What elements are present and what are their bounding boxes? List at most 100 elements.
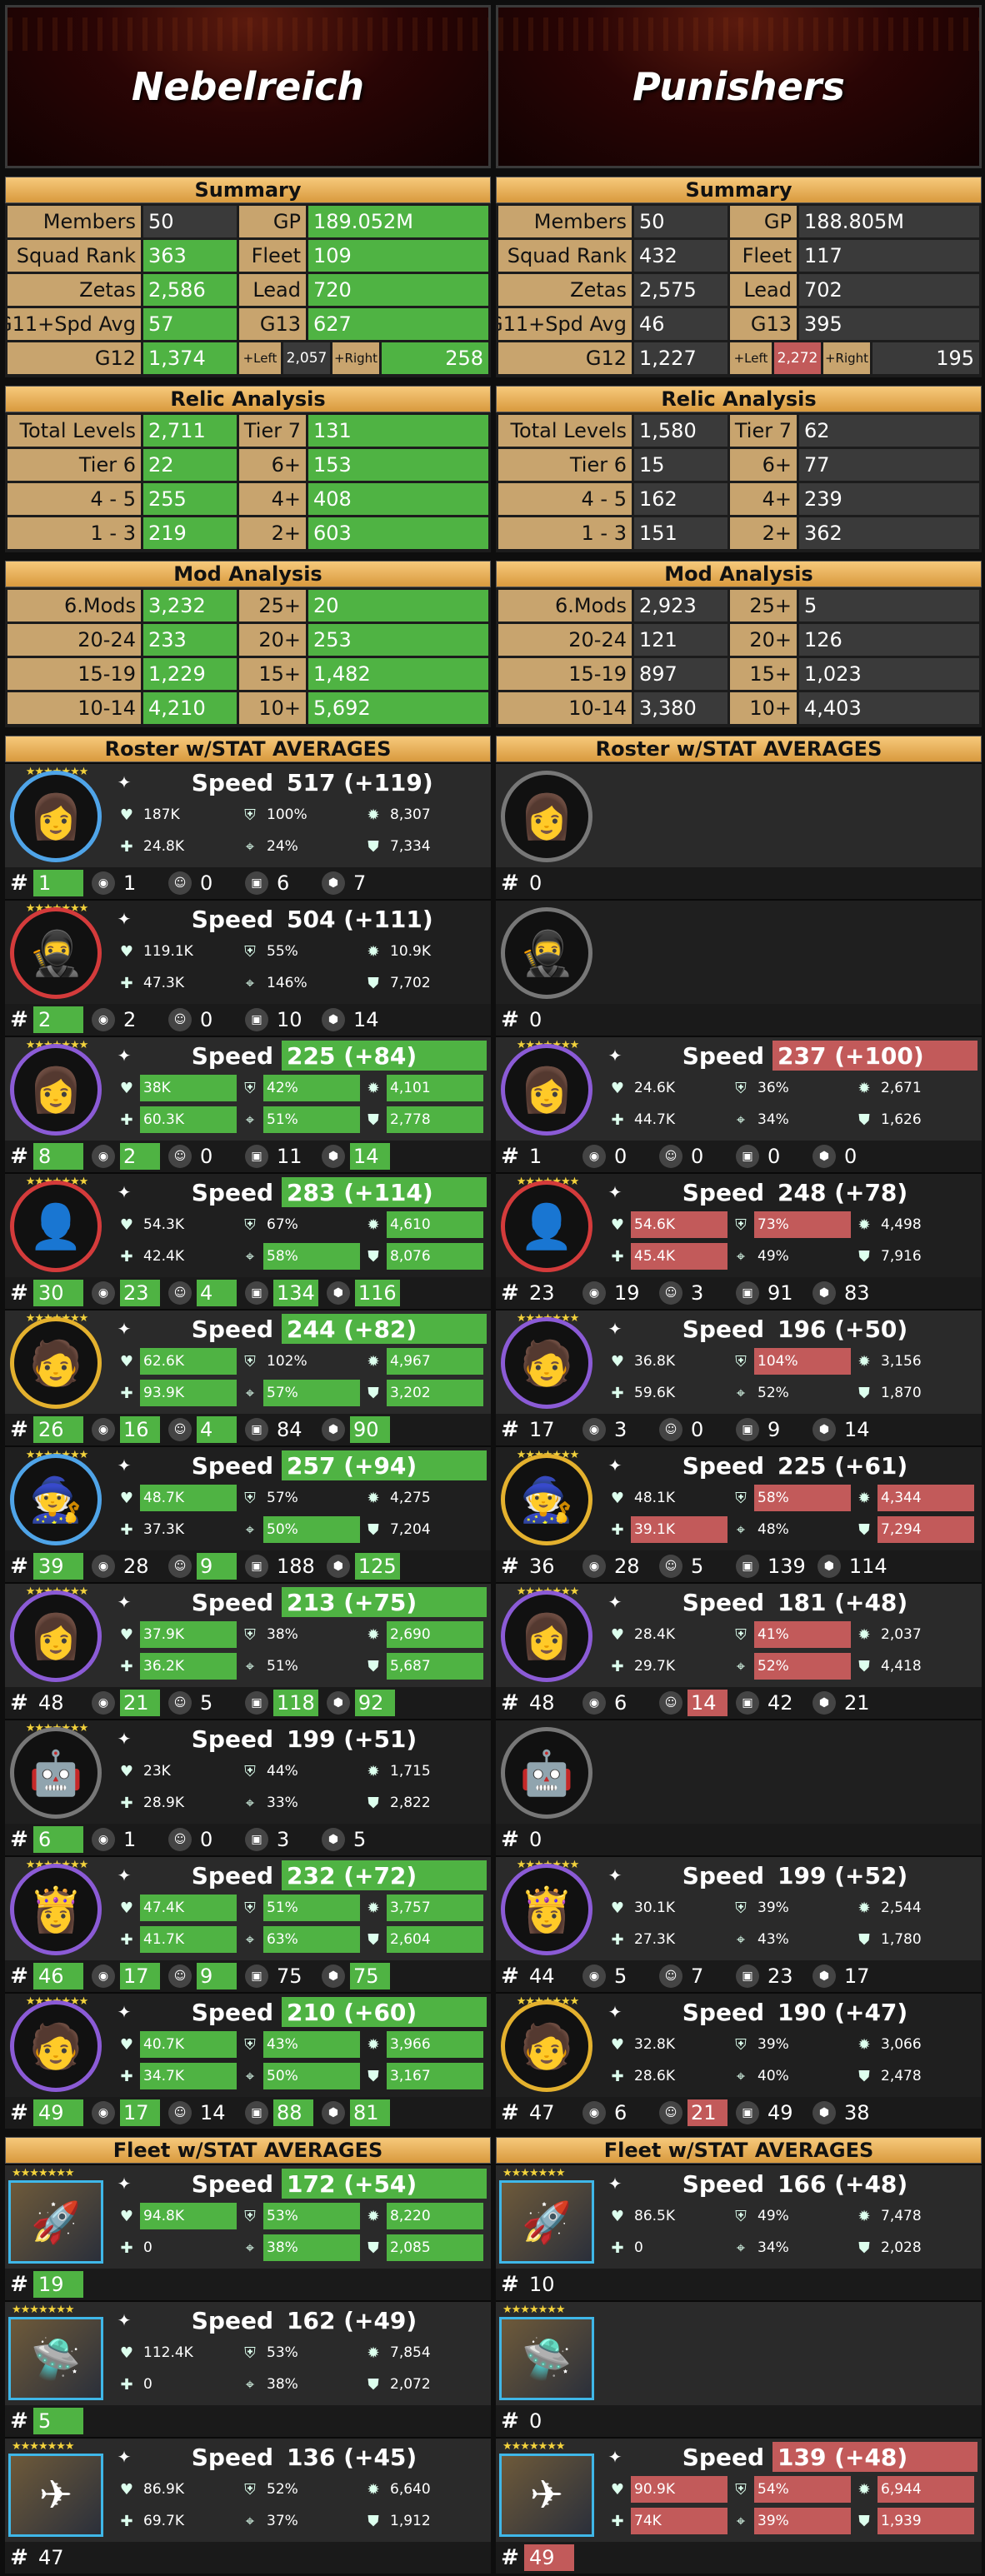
stat-value: 3,156 <box>881 1353 922 1370</box>
stat-row: ♥ 38K ⛨ 42% ✹ 4,101 <box>113 1074 487 1102</box>
relic-label: 2+ <box>730 517 797 549</box>
stat-row: ✚ 0 ⌖ 38% ⛊ 2,085 <box>113 2234 487 2262</box>
stat-icon: ⌖ <box>736 1111 746 1129</box>
unit-count: 2 <box>33 1006 83 1033</box>
unit-card: ★★★★★★★🧑✦Speed190 (+47)♥32.8K⛨39%✹3,066✚… <box>496 1992 982 2129</box>
stat-icon: ✹ <box>367 1762 380 1780</box>
count-bar: #48 ◉ 6 ☺ 14 ▣ 42 ⬢ 21 <box>496 1687 982 1719</box>
stat-grid: ♥ 62.6K ⛨ 102% ✹ 4,967 ✚ 93.9K ⌖ 57% ⛊ 3,202 <box>113 1347 487 1410</box>
stat-value: 0 <box>143 2239 152 2256</box>
stat-grid: ♥ 40.7K ⛨ 43% ✹ 3,966 ✚ 34.7K ⌖ 50% ⛊ 3,167 <box>113 2030 487 2094</box>
stat-value: 86.5K <box>634 2208 675 2224</box>
mods-label: 10-14 <box>498 692 632 724</box>
stat-icon: ✹ <box>367 2035 380 2054</box>
hash-icon: # <box>501 1007 519 1032</box>
team-banner: Punishers <box>496 5 982 168</box>
summary-label: Fleet <box>730 240 797 272</box>
mods-header: Mod Analysis <box>496 561 982 587</box>
mini-icon: ◉ <box>92 1418 115 1441</box>
summary-body: Members 50 GP 189.052M Squad Rank 363 Fleet 109… <box>5 206 491 377</box>
stat-icon: ⛨ <box>244 1899 256 1917</box>
stat-icon: ⛨ <box>244 806 256 824</box>
speed-icon: ✦ <box>117 1592 132 1612</box>
stat-value: 2,778 <box>387 1106 483 1133</box>
stat-value: 48.1K <box>634 1490 675 1506</box>
mini-icon: ⬢ <box>322 1964 345 1988</box>
speed-value: 166 (+48) <box>778 2169 908 2198</box>
stat-icon: ⛊ <box>858 1384 870 1402</box>
stat-value: 41% <box>754 1621 851 1648</box>
speed-icon: ✦ <box>608 1319 622 1339</box>
speed-label: Speed <box>682 1041 764 1070</box>
mods-label: 10+ <box>239 692 306 724</box>
relic-row: 1 - 3 219 2+ 603 <box>5 517 491 549</box>
stat-value: 58% <box>754 1485 851 1511</box>
mini-icon: ◉ <box>92 2101 115 2124</box>
stat-value: 54.3K <box>143 1216 184 1233</box>
mini-icon: ◉ <box>92 1828 115 1851</box>
unit-count: 8 <box>33 1143 83 1170</box>
stat-row: ♥ 90.9K ⛨ 54% ✹ 6,944 <box>604 2475 978 2504</box>
mini-icon: ◉ <box>582 2101 606 2124</box>
speed-label: Speed <box>191 2306 273 2334</box>
stat-icon: ✹ <box>858 1899 871 1917</box>
summary-value: 432 <box>634 240 728 272</box>
relic-label: Tier 6 <box>8 449 141 481</box>
count-bar: #48 ◉ 21 ☺ 5 ▣ 118 ⬢ 92 <box>5 1687 491 1719</box>
relic-label: Total Levels <box>498 415 632 447</box>
mini-count: 75 <box>277 1964 302 1988</box>
mods-row: 15-19 897 15+ 1,023 <box>496 658 982 690</box>
stat-value: 2,072 <box>390 2376 431 2393</box>
unit-card: ★★★★★★★🧑✦Speed210 (+60)♥40.7K⛨43%✹3,966✚… <box>5 1992 491 2129</box>
stat-value: 4,275 <box>390 1490 431 1506</box>
mini-icon: ▣ <box>245 1964 268 1988</box>
banner-ornament <box>8 17 488 51</box>
speed-line: ✦ Speed 166 (+48) <box>604 2169 978 2199</box>
speed-icon: ✦ <box>117 1455 132 1475</box>
relic-value: 131 <box>308 415 488 447</box>
stat-icon: ⛨ <box>244 1489 256 1507</box>
stat-icon: ⌖ <box>245 2375 255 2394</box>
unit-count: 36 <box>529 1555 555 1578</box>
stat-value: 42% <box>263 1075 360 1101</box>
stat-icon: ✚ <box>120 1247 133 1266</box>
stat-icon: ⛨ <box>244 2035 256 2054</box>
relic-label: 4 - 5 <box>8 483 141 515</box>
stat-grid: ♥ 54.3K ⛨ 67% ✹ 4,610 ✚ 42.4K ⌖ 58% ⛊ 8,076 <box>113 1211 487 1274</box>
stat-row: ♥ 23K ⛨ 44% ✹ 1,715 <box>113 1757 487 1785</box>
relic-value: 239 <box>799 483 979 515</box>
stat-icon: ⛊ <box>368 1520 379 1539</box>
unit-count: 47 <box>38 2546 64 2569</box>
unit-card: ★★★★★★★👸✦Speed232 (+72)♥47.4K⛨51%✹3,757✚… <box>5 1855 491 1992</box>
stat-value: 2,028 <box>881 2239 922 2256</box>
stat-value: 52% <box>754 1653 851 1680</box>
mini-icon: ☺ <box>659 1281 682 1305</box>
relic-value: 22 <box>143 449 237 481</box>
mini-icon: ⬢ <box>326 1691 350 1715</box>
speed-value: 283 (+114) <box>282 1177 487 1207</box>
unit-portrait: 🥷 <box>501 907 592 999</box>
stat-value: 3,066 <box>881 2036 922 2053</box>
speed-line: ✦ Speed 213 (+75) <box>113 1587 487 1617</box>
right-label: +Right <box>332 342 379 374</box>
speed-icon: ✦ <box>117 2447 132 2467</box>
unit-card: ★★★★★★★👩✦Speed517 (+119)♥187K⛨100%✹8,307… <box>5 762 491 899</box>
mods-value: 253 <box>308 624 488 656</box>
stat-icon: ✚ <box>120 2375 133 2394</box>
stat-icon: ✚ <box>120 2512 133 2530</box>
stat-value: 100% <box>267 806 308 823</box>
stat-icon: ✹ <box>367 2344 380 2362</box>
stat-value: 57% <box>267 1490 298 1506</box>
hash-icon: # <box>10 2545 28 2570</box>
stat-row: ♥ 37.9K ⛨ 38% ✹ 2,690 <box>113 1620 487 1649</box>
mods-label: 15-19 <box>498 658 632 690</box>
ship-portrait: ✈ <box>8 2454 103 2537</box>
stat-icon: ⛊ <box>858 1520 870 1539</box>
stat-value: 38% <box>267 1626 298 1643</box>
speed-value: 213 (+75) <box>282 1587 487 1617</box>
mini-count: 9 <box>197 1963 237 1989</box>
fleet-section: Fleet w/STAT AVERAGES ★★★★★★★ 🚀 ✦ Speed 166 (… <box>496 2137 982 2574</box>
relic-row: Tier 6 15 6+ 77 <box>496 449 982 481</box>
stat-icon: ♥ <box>119 806 134 824</box>
count-bar: #0 <box>496 1004 982 1036</box>
